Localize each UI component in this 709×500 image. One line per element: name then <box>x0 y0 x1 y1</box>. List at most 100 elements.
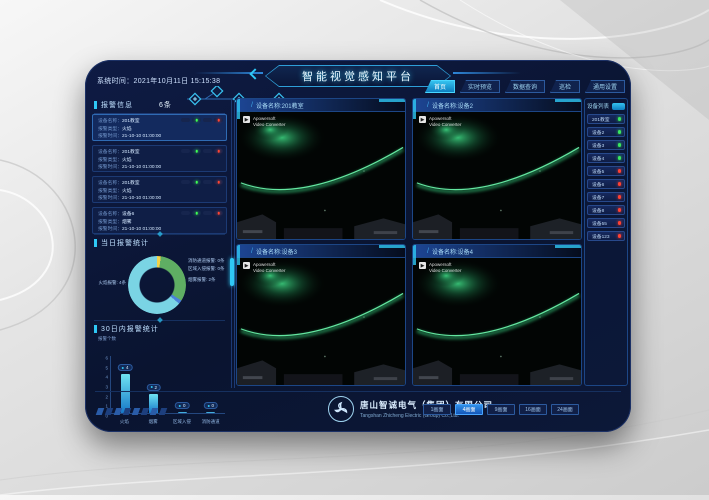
video-title: 设备名称:设备2 <box>413 99 581 112</box>
video-watermark: ▶ ApowersoftVideo Converter <box>419 116 461 127</box>
video-feed[interactable] <box>237 112 405 239</box>
x-tick-label: 火焰 <box>110 416 139 426</box>
device-list-item[interactable]: 设备123 <box>587 231 625 241</box>
y-tick-label: 6 <box>100 356 108 361</box>
device-status-dot <box>618 208 622 212</box>
dashboard-panel: 系统时间：2021年10月11日 15:15:38 智能视觉感知平台 首页 实时… <box>85 60 631 432</box>
device-status-dot <box>618 182 622 186</box>
video-feed[interactable] <box>413 258 581 385</box>
title-frame: 智能视觉感知平台 <box>265 65 451 87</box>
layout-4-button[interactable]: 4画面 <box>455 404 483 415</box>
bar-column: 0 <box>168 412 197 413</box>
alarm-status-lights <box>181 180 223 184</box>
x-tick-label: 区域入侵 <box>168 416 197 426</box>
watermark-logo-icon: ▶ <box>243 116 250 123</box>
footer-divider <box>95 391 621 392</box>
layout-24-button[interactable]: 24画面 <box>551 404 579 415</box>
nav-inspection-button[interactable]: 巡检 <box>550 80 580 93</box>
video-panel-4[interactable]: 设备名称:设备4 ▶ ApowersoftVideo Converter <box>412 244 582 386</box>
watermark-logo-icon: ▶ <box>243 262 250 269</box>
device-list-item[interactable]: 设备2 <box>587 127 625 137</box>
device-status-dot <box>618 143 622 147</box>
alarm-list-item[interactable]: 设备名称：201教室 报警类型：火焰 报警时间：21-10-10 01:00:0… <box>92 176 227 203</box>
alarm-list-item[interactable]: 设备名称：201教室 报警类型：火焰 报警时间：21-10-10 01:00:0… <box>92 145 227 172</box>
device-list-item[interactable]: 设备6 <box>587 179 625 189</box>
device-list-item[interactable]: 设备3 <box>587 140 625 150</box>
bar-chart-plot: 4200 <box>110 356 225 414</box>
device-status-dot <box>618 117 622 121</box>
video-title: 设备名称:201教室 <box>237 99 405 112</box>
alarm-status-lights <box>181 211 223 215</box>
device-list-item[interactable]: 201教室 <box>587 114 625 124</box>
column-divider <box>231 100 232 388</box>
watermark-logo-icon: ▶ <box>419 262 426 269</box>
nav-live-preview-button[interactable]: 实时预览 <box>460 80 500 93</box>
donut-label-fire-lane: 消防通道报警: 0条 <box>188 258 225 264</box>
video-watermark: ▶ ApowersoftVideo Converter <box>243 262 285 273</box>
alarm-list-scrollbar[interactable] <box>230 258 234 286</box>
system-time-label: 系统时间： <box>97 78 134 85</box>
alarm-panel-title: 报警信息 <box>101 100 133 110</box>
video-feed[interactable] <box>237 258 405 385</box>
device-list-item[interactable]: 设备8 <box>587 205 625 215</box>
main-nav: 首页 实时预览 数据查询 巡检 通用设置 <box>425 80 625 93</box>
device-status-dot <box>618 169 622 173</box>
view-layout-buttons: 1画面 4画面 9画面 16画面 24画面 <box>423 404 579 415</box>
alarm-count-badge: 6条 <box>159 100 172 110</box>
alarm-device-name: 201教室 <box>122 119 140 124</box>
bar-value-bubble: 0 <box>203 402 218 409</box>
alarm-type: 火焰 <box>122 127 132 132</box>
alarm-time: 21-10-10 01:00:00 <box>122 196 161 201</box>
alarm-panel-header: 报警信息 6条 <box>94 100 225 114</box>
video-watermark: ▶ ApowersoftVideo Converter <box>243 116 285 127</box>
device-status-dot <box>618 234 622 238</box>
device-status-dot <box>618 221 622 225</box>
device-list-item[interactable]: 设备55 <box>587 218 625 228</box>
system-time-value: 2021年10月11日 15:15:38 <box>134 78 221 85</box>
alarm-time: 21-10-10 01:00:00 <box>122 134 161 139</box>
footer-decoration <box>97 408 166 415</box>
device-list-item[interactable]: 设备5 <box>587 166 625 176</box>
layout-16-button[interactable]: 16画面 <box>519 404 547 415</box>
video-feed[interactable] <box>413 112 581 239</box>
device-status-dot <box>618 195 622 199</box>
video-panel-1[interactable]: 设备名称:201教室 ▶ ApowersoftVideo Converter <box>236 98 406 240</box>
company-logo-icon <box>328 396 354 422</box>
daily-stats-title: 当日报警统计 <box>94 238 149 248</box>
daily-alarm-donut-chart: 火焰报警: 4条 消防通道报警: 0条 区域入侵报警: 0条 烟雾报警: 2条 <box>90 250 229 322</box>
device-status-dot <box>618 130 622 134</box>
video-title: 设备名称:设备3 <box>237 245 405 258</box>
bar-value-bubble: 0 <box>175 402 190 409</box>
column-divider <box>234 100 235 388</box>
alarm-list-item[interactable]: 设备名称：201教室 报警类型：火焰 报警时间：21-10-10 01:00:0… <box>92 114 227 141</box>
x-tick-label: 消防通道 <box>196 416 225 426</box>
alarm-time: 21-10-10 01:00:00 <box>122 227 161 232</box>
bar-value-bubble: 4 <box>118 364 133 371</box>
device-list-title: 设备列表 <box>587 102 609 110</box>
y-tick-label: 4 <box>100 375 108 380</box>
monthly-stats-title: 30日内报警统计 <box>94 324 159 334</box>
layout-1-button[interactable]: 1画面 <box>423 404 451 415</box>
alarm-device-name: 设备6 <box>122 212 134 217</box>
device-list-item[interactable]: 设备7 <box>587 192 625 202</box>
nav-settings-button[interactable]: 通用设置 <box>585 80 625 93</box>
nav-data-query-button[interactable]: 数据查询 <box>505 80 545 93</box>
y-tick-label: 2 <box>100 394 108 399</box>
alarm-status-lights <box>181 149 223 153</box>
alarm-device-name: 201教室 <box>122 150 140 155</box>
system-time: 系统时间：2021年10月11日 15:15:38 <box>97 76 220 86</box>
device-list-item[interactable]: 设备4 <box>587 153 625 163</box>
nav-home-button[interactable]: 首页 <box>425 80 455 93</box>
bar-column: 0 <box>197 412 226 413</box>
section-divider <box>94 320 225 321</box>
alarm-list: 设备名称：201教室 报警类型：火焰 报警时间：21-10-10 01:00:0… <box>92 114 227 238</box>
y-tick-label: 3 <box>100 385 108 390</box>
layout-9-button[interactable]: 9画面 <box>487 404 515 415</box>
video-title: 设备名称:设备4 <box>413 245 581 258</box>
donut-label-flame: 火焰报警: 4条 <box>90 280 126 286</box>
alarm-sidebar: 报警信息 6条 设备名称：201教室 报警类型：火焰 报警时间：21-10-10… <box>90 100 229 426</box>
video-panel-2[interactable]: 设备名称:设备2 ▶ ApowersoftVideo Converter <box>412 98 582 240</box>
device-list-tab-button[interactable] <box>612 103 625 110</box>
video-panel-3[interactable]: 设备名称:设备3 ▶ ApowersoftVideo Converter <box>236 244 406 386</box>
device-list-panel: 设备列表 201教室 设备2 设备3 设备4 设备5 设备6 设备7 设备8 设… <box>584 98 628 386</box>
